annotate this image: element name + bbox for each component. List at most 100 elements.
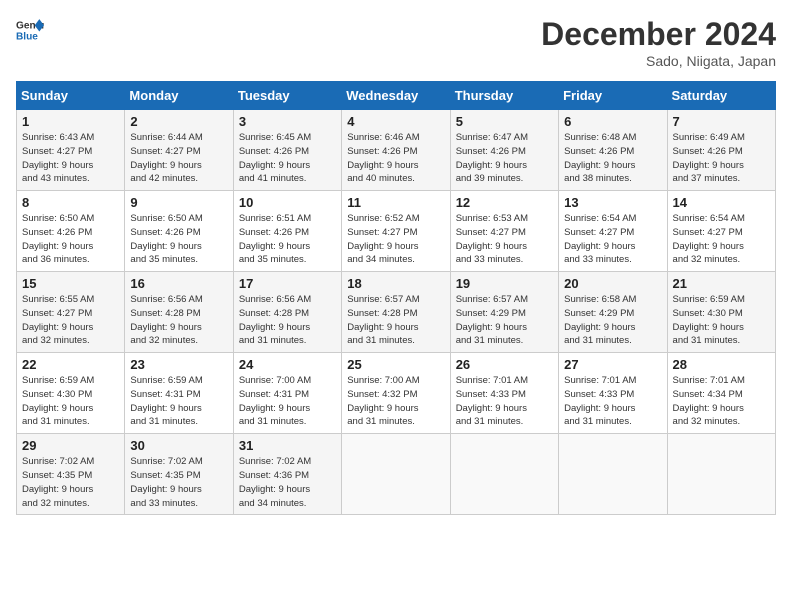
day-detail: Sunrise: 6:50 AMSunset: 4:26 PMDaylight:… — [130, 212, 227, 267]
calendar-day-cell: 4 Sunrise: 6:46 AMSunset: 4:26 PMDaylight… — [342, 110, 450, 191]
day-detail: Sunrise: 6:44 AMSunset: 4:27 PMDaylight:… — [130, 131, 227, 186]
calendar-day-cell: 15 Sunrise: 6:55 AMSunset: 4:27 PMDayligh… — [17, 272, 125, 353]
day-number: 12 — [456, 195, 553, 210]
day-number: 26 — [456, 357, 553, 372]
calendar-day-cell — [667, 434, 775, 515]
day-number: 22 — [22, 357, 119, 372]
day-number: 25 — [347, 357, 444, 372]
month-title: December 2024 — [541, 16, 776, 53]
calendar-day-cell: 20 Sunrise: 6:58 AMSunset: 4:29 PMDayligh… — [559, 272, 667, 353]
calendar-day-cell: 3Sunrise: 6:45 AMSunset: 4:26 PMDaylight… — [233, 110, 341, 191]
day-number: 5 — [456, 114, 553, 129]
day-detail: Sunrise: 6:56 AMSunset: 4:28 PMDaylight:… — [130, 293, 227, 348]
calendar-day-cell: 5 Sunrise: 6:47 AMSunset: 4:26 PMDaylight… — [450, 110, 558, 191]
calendar-day-cell — [342, 434, 450, 515]
weekday-header: Saturday — [667, 82, 775, 110]
calendar-day-cell: 1Sunrise: 6:43 AMSunset: 4:27 PMDaylight… — [17, 110, 125, 191]
day-detail: Sunrise: 6:50 AMSunset: 4:26 PMDaylight:… — [22, 212, 119, 267]
day-number: 11 — [347, 195, 444, 210]
calendar-day-cell: 12Sunrise: 6:53 AMSunset: 4:27 PMDayligh… — [450, 191, 558, 272]
weekday-header: Tuesday — [233, 82, 341, 110]
day-number: 6 — [564, 114, 661, 129]
calendar-day-cell: 2Sunrise: 6:44 AMSunset: 4:27 PMDaylight… — [125, 110, 233, 191]
weekday-header: Sunday — [17, 82, 125, 110]
day-number: 16 — [130, 276, 227, 291]
day-number: 29 — [22, 438, 119, 453]
location-subtitle: Sado, Niigata, Japan — [541, 53, 776, 69]
calendar-day-cell: 22Sunrise: 6:59 AMSunset: 4:30 PMDayligh… — [17, 353, 125, 434]
calendar-day-cell: 24Sunrise: 7:00 AMSunset: 4:31 PMDayligh… — [233, 353, 341, 434]
calendar-day-cell: 10 Sunrise: 6:51 AMSunset: 4:26 PMDayligh… — [233, 191, 341, 272]
day-detail: Sunrise: 6:47 AMSunset: 4:26 PMDaylight:… — [456, 131, 553, 186]
day-number: 20 — [564, 276, 661, 291]
day-number: 7 — [673, 114, 770, 129]
day-detail: Sunrise: 6:58 AMSunset: 4:29 PMDaylight:… — [564, 293, 661, 348]
day-number: 13 — [564, 195, 661, 210]
day-number: 10 — [239, 195, 336, 210]
weekday-header: Friday — [559, 82, 667, 110]
weekday-header: Thursday — [450, 82, 558, 110]
day-detail: Sunrise: 6:54 AMSunset: 4:27 PMDaylight:… — [564, 212, 661, 267]
day-detail: Sunrise: 6:59 AMSunset: 4:31 PMDaylight:… — [130, 374, 227, 429]
day-detail: Sunrise: 6:57 AMSunset: 4:29 PMDaylight:… — [456, 293, 553, 348]
day-detail: Sunrise: 6:49 AMSunset: 4:26 PMDaylight:… — [673, 131, 770, 186]
day-detail: Sunrise: 7:01 AMSunset: 4:33 PMDaylight:… — [564, 374, 661, 429]
calendar-day-cell: 16 Sunrise: 6:56 AMSunset: 4:28 PMDayligh… — [125, 272, 233, 353]
calendar-day-cell: 27 Sunrise: 7:01 AMSunset: 4:33 PMDayligh… — [559, 353, 667, 434]
logo: General Blue — [16, 16, 44, 44]
weekday-header: Monday — [125, 82, 233, 110]
day-number: 15 — [22, 276, 119, 291]
calendar-day-cell — [450, 434, 558, 515]
calendar-day-cell: 28Sunrise: 7:01 AMSunset: 4:34 PMDayligh… — [667, 353, 775, 434]
calendar-day-cell: 9 Sunrise: 6:50 AMSunset: 4:26 PMDaylight… — [125, 191, 233, 272]
calendar-day-cell: 31 Sunrise: 7:02 AMSunset: 4:36 PMDayligh… — [233, 434, 341, 515]
day-detail: Sunrise: 6:52 AMSunset: 4:27 PMDaylight:… — [347, 212, 444, 267]
day-detail: Sunrise: 6:59 AMSunset: 4:30 PMDaylight:… — [673, 293, 770, 348]
day-detail: Sunrise: 6:56 AMSunset: 4:28 PMDaylight:… — [239, 293, 336, 348]
day-detail: Sunrise: 7:02 AMSunset: 4:35 PMDaylight:… — [130, 455, 227, 510]
day-detail: Sunrise: 7:00 AMSunset: 4:31 PMDaylight:… — [239, 374, 336, 429]
calendar-day-cell: 8 Sunrise: 6:50 AMSunset: 4:26 PMDaylight… — [17, 191, 125, 272]
day-number: 8 — [22, 195, 119, 210]
calendar-day-cell: 26 Sunrise: 7:01 AMSunset: 4:33 PMDayligh… — [450, 353, 558, 434]
svg-text:Blue: Blue — [16, 31, 38, 42]
day-detail: Sunrise: 7:00 AMSunset: 4:32 PMDaylight:… — [347, 374, 444, 429]
calendar-day-cell: 11 Sunrise: 6:52 AMSunset: 4:27 PMDayligh… — [342, 191, 450, 272]
day-detail: Sunrise: 7:02 AMSunset: 4:35 PMDaylight:… — [22, 455, 119, 510]
day-detail: Sunrise: 6:57 AMSunset: 4:28 PMDaylight:… — [347, 293, 444, 348]
day-detail: Sunrise: 6:55 AMSunset: 4:27 PMDaylight:… — [22, 293, 119, 348]
calendar-day-cell: 23Sunrise: 6:59 AMSunset: 4:31 PMDayligh… — [125, 353, 233, 434]
title-block: December 2024 Sado, Niigata, Japan — [541, 16, 776, 69]
calendar-week-row: 8 Sunrise: 6:50 AMSunset: 4:26 PMDaylight… — [17, 191, 776, 272]
page-header: General Blue December 2024 Sado, Niigata… — [16, 16, 776, 69]
calendar-week-row: 22Sunrise: 6:59 AMSunset: 4:30 PMDayligh… — [17, 353, 776, 434]
day-number: 14 — [673, 195, 770, 210]
day-detail: Sunrise: 6:46 AMSunset: 4:26 PMDaylight:… — [347, 131, 444, 186]
day-detail: Sunrise: 6:54 AMSunset: 4:27 PMDaylight:… — [673, 212, 770, 267]
weekday-header: Wednesday — [342, 82, 450, 110]
day-detail: Sunrise: 7:01 AMSunset: 4:33 PMDaylight:… — [456, 374, 553, 429]
calendar-day-cell: 25 Sunrise: 7:00 AMSunset: 4:32 PMDayligh… — [342, 353, 450, 434]
day-number: 18 — [347, 276, 444, 291]
calendar-day-cell: 29 Sunrise: 7:02 AMSunset: 4:35 PMDayligh… — [17, 434, 125, 515]
day-number: 9 — [130, 195, 227, 210]
calendar-day-cell: 17Sunrise: 6:56 AMSunset: 4:28 PMDayligh… — [233, 272, 341, 353]
calendar-day-cell: 14 Sunrise: 6:54 AMSunset: 4:27 PMDayligh… — [667, 191, 775, 272]
calendar-day-cell: 7 Sunrise: 6:49 AMSunset: 4:26 PMDaylight… — [667, 110, 775, 191]
calendar-day-cell — [559, 434, 667, 515]
calendar-week-row: 29 Sunrise: 7:02 AMSunset: 4:35 PMDayligh… — [17, 434, 776, 515]
calendar-day-cell: 6Sunrise: 6:48 AMSunset: 4:26 PMDaylight… — [559, 110, 667, 191]
day-number: 27 — [564, 357, 661, 372]
calendar-day-cell: 30 Sunrise: 7:02 AMSunset: 4:35 PMDayligh… — [125, 434, 233, 515]
weekday-header-row: SundayMondayTuesdayWednesdayThursdayFrid… — [17, 82, 776, 110]
day-detail: Sunrise: 6:43 AMSunset: 4:27 PMDaylight:… — [22, 131, 119, 186]
day-detail: Sunrise: 7:02 AMSunset: 4:36 PMDaylight:… — [239, 455, 336, 510]
day-number: 30 — [130, 438, 227, 453]
calendar-day-cell: 13 Sunrise: 6:54 AMSunset: 4:27 PMDayligh… — [559, 191, 667, 272]
calendar-week-row: 15 Sunrise: 6:55 AMSunset: 4:27 PMDayligh… — [17, 272, 776, 353]
day-detail: Sunrise: 6:51 AMSunset: 4:26 PMDaylight:… — [239, 212, 336, 267]
day-number: 4 — [347, 114, 444, 129]
day-number: 3 — [239, 114, 336, 129]
day-number: 31 — [239, 438, 336, 453]
calendar-day-cell: 19Sunrise: 6:57 AMSunset: 4:29 PMDayligh… — [450, 272, 558, 353]
